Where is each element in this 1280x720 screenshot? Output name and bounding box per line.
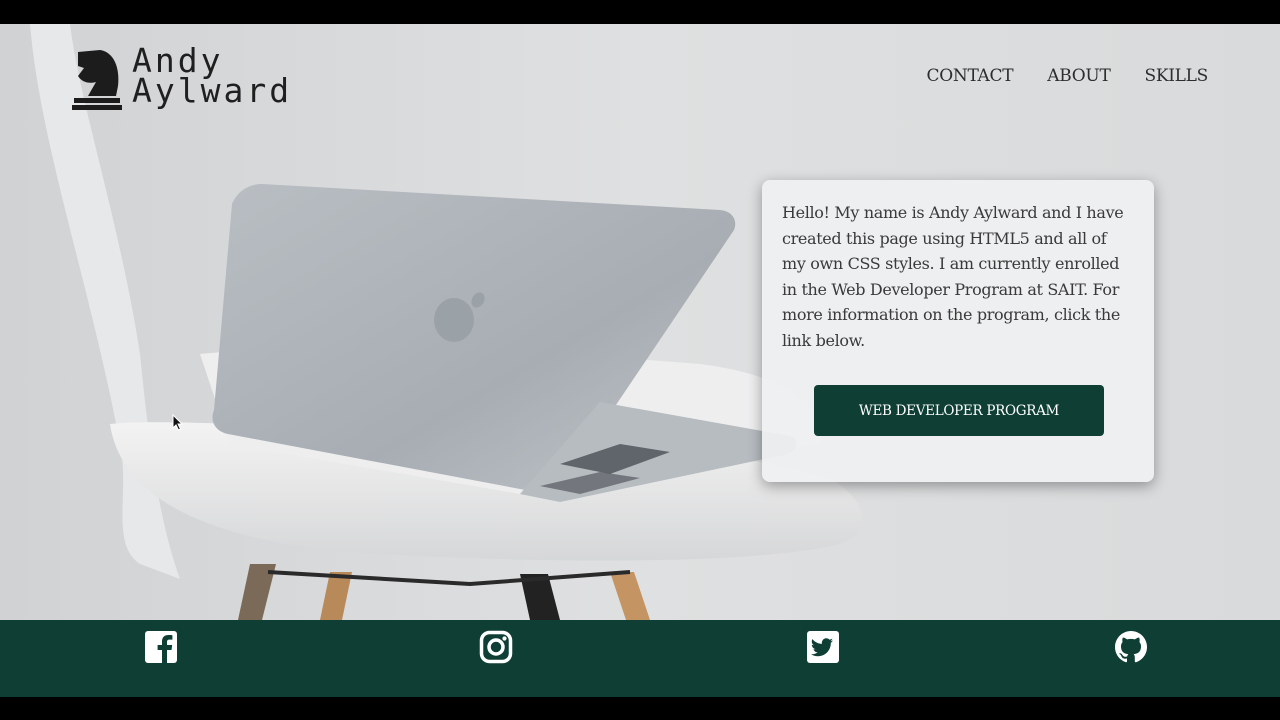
- github-icon[interactable]: [1114, 630, 1148, 664]
- instagram-icon[interactable]: [479, 630, 513, 664]
- brand-name-line2: Aylward: [132, 71, 293, 110]
- mouse-cursor-icon: [172, 414, 184, 431]
- web-developer-program-button[interactable]: WEB DEVELOPER PROGRAM: [814, 385, 1104, 436]
- browser-frame: Andy Aylward CONTACT ABOUT SKILLS Hello!…: [0, 0, 1280, 720]
- nav-contact-link[interactable]: CONTACT: [927, 66, 1014, 86]
- facebook-icon[interactable]: [144, 630, 178, 664]
- page-viewport: Andy Aylward CONTACT ABOUT SKILLS Hello!…: [0, 24, 1280, 697]
- intro-card: Hello! My name is Andy Aylward and I hav…: [762, 180, 1154, 482]
- nav-skills-link[interactable]: SKILLS: [1145, 66, 1209, 86]
- intro-text: Hello! My name is Andy Aylward and I hav…: [782, 203, 1124, 350]
- site-logo[interactable]: Andy Aylward: [70, 44, 293, 110]
- chess-knight-icon: [72, 50, 122, 110]
- brand-name: Andy Aylward: [132, 44, 293, 110]
- twitter-icon[interactable]: [806, 630, 840, 664]
- nav-about-link[interactable]: ABOUT: [1047, 66, 1111, 86]
- footer: [0, 620, 1280, 697]
- main-nav: CONTACT ABOUT SKILLS: [927, 66, 1209, 86]
